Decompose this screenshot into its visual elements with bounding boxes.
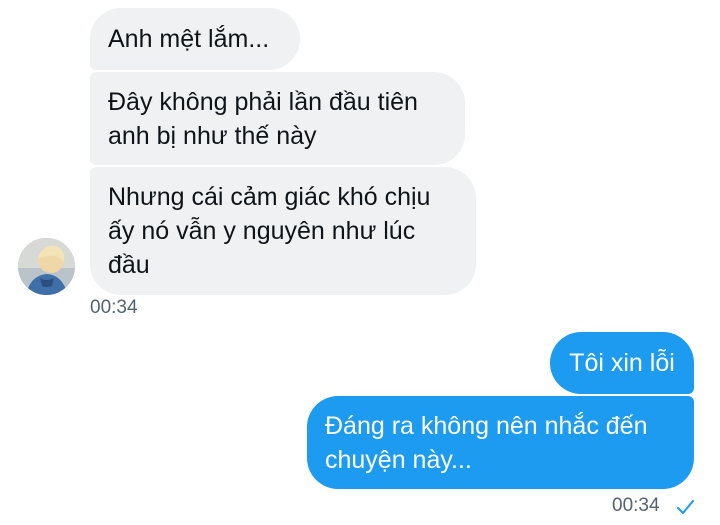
user-avatar-icon xyxy=(18,238,75,295)
incoming-message[interactable]: Đây không phải lần đầu tiên anh bị như t… xyxy=(90,72,465,165)
check-icon xyxy=(677,500,694,514)
incoming-message[interactable]: Nhưng cái cảm giác khó chịu ấy nó vẫn y … xyxy=(90,167,476,295)
chat-thread: Anh mệt lắm... Đây không phải lần đầu ti… xyxy=(0,0,720,525)
outgoing-message[interactable]: Đáng ra không nên nhắc đến chuyện này... xyxy=(307,396,694,489)
incoming-timestamp: 00:34 xyxy=(90,297,138,318)
outgoing-message[interactable]: Tôi xin lỗi xyxy=(550,332,694,394)
avatar[interactable] xyxy=(18,238,75,295)
outgoing-timestamp: 00:34 xyxy=(612,495,660,516)
incoming-message[interactable]: Anh mệt lắm... xyxy=(90,8,300,70)
